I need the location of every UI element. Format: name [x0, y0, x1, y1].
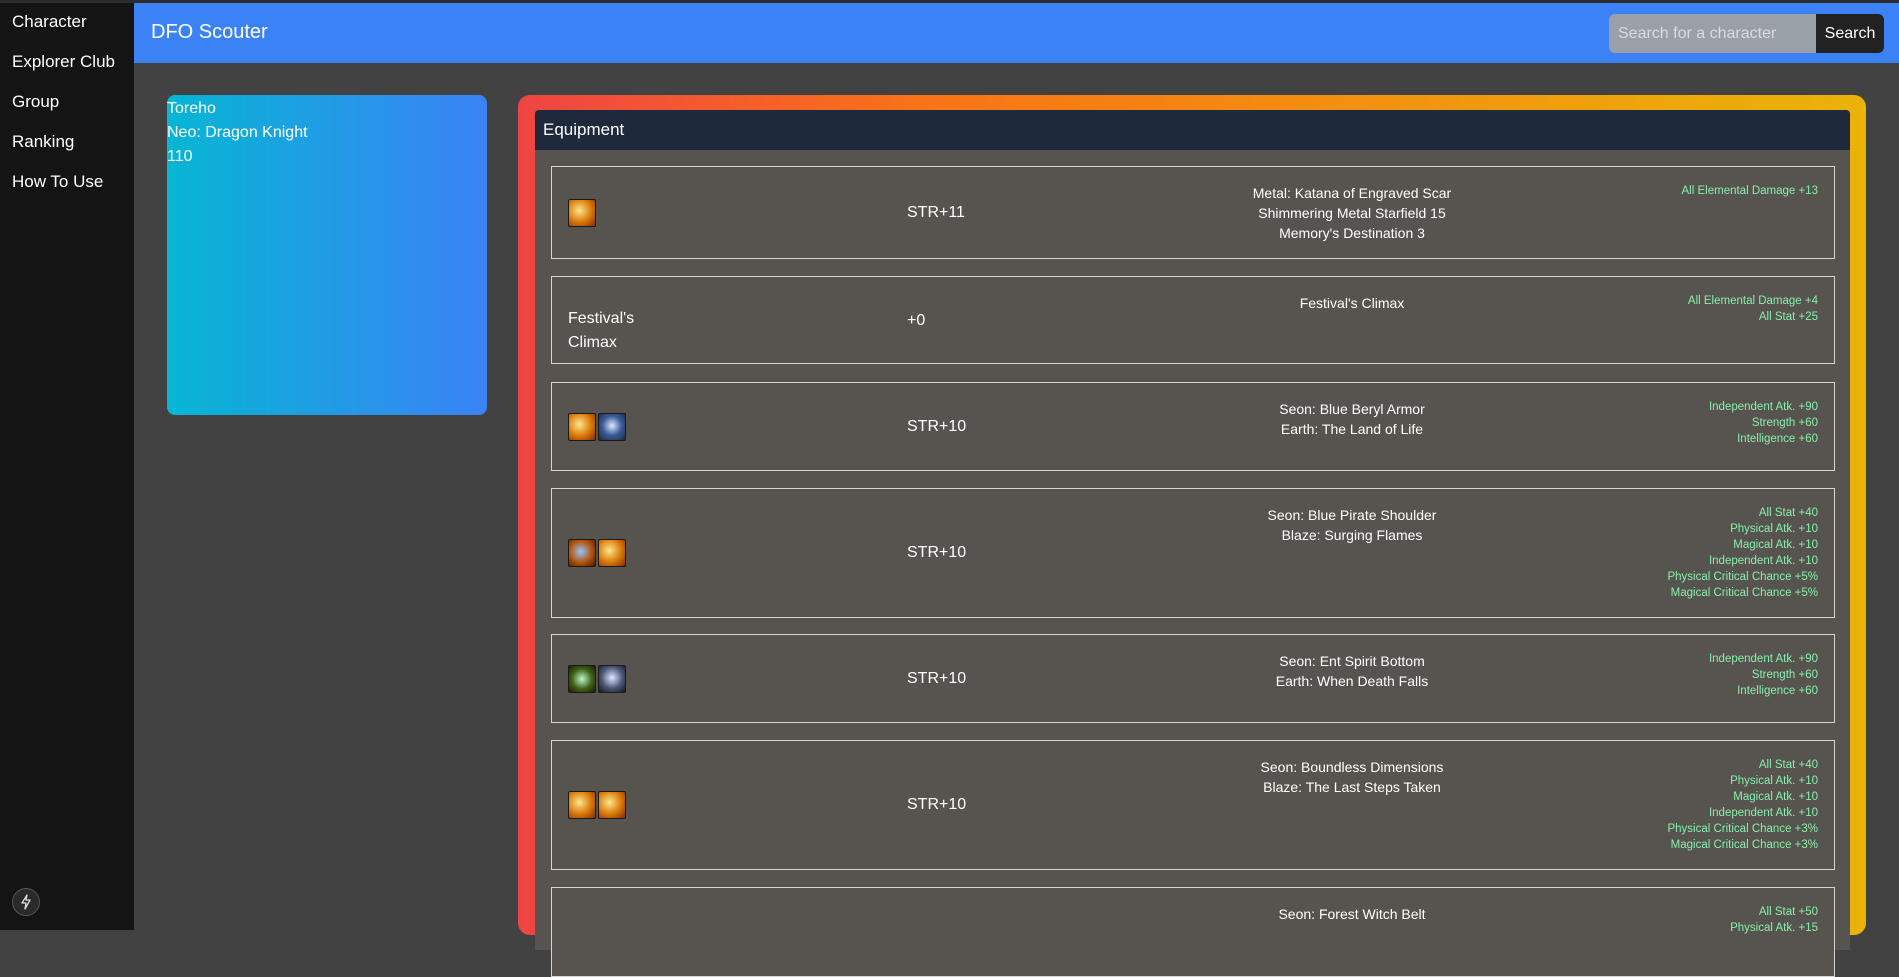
shoulder-icon: [598, 539, 626, 567]
item-icons: [568, 665, 626, 693]
stat-line: Independent Atk. +10: [1708, 555, 1818, 567]
stat-line: All Stat +25: [1758, 311, 1818, 323]
character-name: Toreho: [167, 100, 216, 117]
sidebar: Character Explorer Club Group Ranking Ho…: [0, 3, 134, 930]
item-option-line: Shimmering Metal Starfield 15: [1258, 205, 1446, 221]
item-stats: All Stat +40 Physical Atk. +10 Magical A…: [1667, 505, 1818, 601]
stat-line: Strength +60: [1751, 417, 1818, 429]
stat-line: All Elemental Damage +13: [1681, 185, 1818, 197]
stat-line: All Stat +40: [1758, 759, 1818, 771]
character-level: 110: [167, 148, 193, 165]
reinforce-value: STR+11: [907, 204, 965, 221]
search-input[interactable]: [1609, 14, 1821, 53]
reinforce-value: STR+10: [907, 418, 967, 435]
stat-line: Strength +60: [1751, 669, 1818, 681]
search-button[interactable]: Search: [1816, 14, 1884, 53]
equipment-row-title[interactable]: Festival's Climax +0 Festival's Climax A…: [551, 276, 1835, 364]
item-name-line: Seon: Forest Witch Belt: [1278, 906, 1426, 922]
stat-line: Intelligence +60: [1737, 685, 1818, 697]
item-option-line: Blaze: Surging Flames: [1281, 527, 1423, 543]
armor-icon: [568, 413, 596, 441]
item-description: Seon: Ent Spirit Bottom Earth: When Deat…: [1152, 651, 1552, 691]
item-name-line: Seon: Blue Beryl Armor: [1279, 401, 1425, 417]
stat-line: All Stat +50: [1758, 906, 1818, 918]
item-stats: All Stat +50 Physical Atk. +15: [1730, 904, 1818, 936]
sidebar-item-how-to-use[interactable]: How To Use: [0, 163, 134, 203]
sidebar-item-group[interactable]: Group: [0, 83, 134, 123]
item-description: Seon: Blue Beryl Armor Earth: The Land o…: [1152, 399, 1552, 439]
stat-line: Intelligence +60: [1737, 433, 1818, 445]
item-icons: [568, 413, 626, 441]
reinforce-value: STR+10: [907, 544, 967, 561]
item-name-line: Seon: Ent Spirit Bottom: [1279, 653, 1425, 669]
item-icons: [568, 539, 626, 567]
stat-line: Magical Critical Chance +5%: [1670, 587, 1818, 599]
stat-line: Physical Critical Chance +3%: [1667, 823, 1818, 835]
stat-line: Magical Atk. +10: [1733, 539, 1818, 551]
stat-line: Magical Critical Chance +3%: [1670, 839, 1818, 851]
item-name-text: Festival's Climax: [568, 310, 635, 351]
item-name-line: Festival's Climax: [1299, 295, 1405, 311]
equipment-title: Equipment: [535, 110, 1850, 150]
stat-line: Physical Critical Chance +5%: [1667, 571, 1818, 583]
reinforce-value: STR+10: [907, 670, 967, 687]
item-description: Metal: Katana of Engraved Scar Shimmerin…: [1152, 183, 1552, 243]
stat-line: Independent Atk. +90: [1708, 653, 1818, 665]
equipment-panel: Equipment STR+11 Metal: Katana of Engrav…: [518, 95, 1866, 977]
item-stats: All Elemental Damage +4 All Stat +25: [1688, 293, 1818, 325]
item-description: Seon: Blue Pirate Shoulder Blaze: Surgin…: [1152, 505, 1552, 545]
sidebar-item-ranking[interactable]: Ranking: [0, 123, 134, 163]
item-icons: [568, 791, 626, 819]
armor-icon: [598, 413, 626, 441]
bolt-icon[interactable]: [12, 888, 40, 916]
top-header: DFO Scouter Search: [134, 3, 1899, 63]
character-job: Neo: Dragon Knight: [167, 124, 308, 141]
equipment-row-shoulder[interactable]: STR+10 Seon: Blue Pirate Shoulder Blaze:…: [551, 488, 1835, 618]
sidebar-item-character[interactable]: Character: [0, 3, 134, 43]
equipment-row-shoes[interactable]: STR+10 Seon: Boundless Dimensions Blaze:…: [551, 740, 1835, 870]
equipment-row-belt[interactable]: Seon: Forest Witch Belt All Stat +50 Phy…: [551, 887, 1835, 977]
equipment-row-top[interactable]: STR+10 Seon: Blue Beryl Armor Earth: The…: [551, 382, 1835, 471]
stat-line: Independent Atk. +90: [1708, 401, 1818, 413]
equipment-row-bottom[interactable]: STR+10 Seon: Ent Spirit Bottom Earth: Wh…: [551, 634, 1835, 723]
character-card: Toreho Neo: Dragon Knight 110: [167, 95, 487, 415]
shoulder-icon: [568, 539, 596, 567]
item-description: Festival's Climax: [1152, 293, 1552, 313]
stat-line: Independent Atk. +10: [1708, 807, 1818, 819]
item-stats: Independent Atk. +90 Strength +60 Intell…: [1709, 651, 1818, 699]
item-option-line: Earth: The Land of Life: [1280, 421, 1424, 437]
stat-line: Physical Atk. +10: [1730, 775, 1818, 787]
item-option-line: Blaze: The Last Steps Taken: [1263, 779, 1441, 795]
item-option-line: Earth: When Death Falls: [1275, 673, 1429, 689]
equipment-body: Equipment STR+11 Metal: Katana of Engrav…: [535, 110, 1850, 977]
item-description: Seon: Forest Witch Belt: [1152, 904, 1552, 924]
item-name-line: Seon: Boundless Dimensions: [1260, 759, 1444, 775]
item-description: Seon: Boundless Dimensions Blaze: The La…: [1152, 757, 1552, 797]
sidebar-item-explorer-club[interactable]: Explorer Club: [0, 43, 134, 83]
reinforce-value: +0: [907, 312, 926, 329]
item-stats: All Elemental Damage +13: [1682, 183, 1818, 199]
item-name-line: Seon: Blue Pirate Shoulder: [1267, 507, 1437, 523]
item-icons: [568, 199, 596, 227]
weapon-icon: [568, 199, 596, 227]
shoes-icon: [568, 791, 596, 819]
bottom-icon: [568, 665, 596, 693]
stat-line: All Stat +40: [1758, 507, 1818, 519]
bottom-icon: [598, 665, 626, 693]
reinforce-value: STR+10: [907, 796, 967, 813]
stat-line: Physical Atk. +15: [1730, 922, 1818, 934]
item-option-line: Memory's Destination 3: [1279, 225, 1425, 241]
stat-line: All Elemental Damage +4: [1687, 295, 1818, 307]
equipment-row-weapon[interactable]: STR+11 Metal: Katana of Engraved Scar Sh…: [551, 166, 1835, 259]
stat-line: Magical Atk. +10: [1733, 791, 1818, 803]
app-title[interactable]: DFO Scouter: [151, 21, 268, 44]
stat-line: Physical Atk. +10: [1730, 523, 1818, 535]
item-stats: All Stat +40 Physical Atk. +10 Magical A…: [1667, 757, 1818, 853]
item-name-line: Metal: Katana of Engraved Scar: [1252, 185, 1452, 201]
item-stats: Independent Atk. +90 Strength +60 Intell…: [1709, 399, 1818, 447]
shoes-icon: [598, 791, 626, 819]
